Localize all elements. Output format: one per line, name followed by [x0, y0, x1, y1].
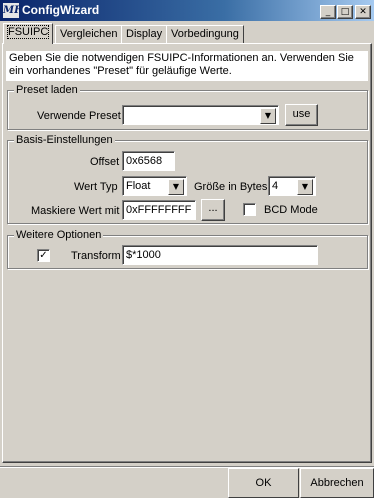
wert-typ-label: Wert Typ — [74, 181, 118, 193]
offset-label: Offset — [90, 156, 120, 168]
tab-vergleichen[interactable]: Vergleichen — [55, 25, 123, 43]
preset-select[interactable]: ▼ — [122, 105, 279, 125]
app-icon: MF — [3, 3, 22, 18]
bcd-mode-label: BCD Mode — [264, 204, 318, 216]
maximize-button[interactable]: □ — [337, 5, 353, 19]
preset-group-title: Preset laden — [14, 84, 80, 96]
minimize-icon: _ — [325, 7, 331, 17]
info-text: Geben Sie die notwendigen FSUIPC-Informa… — [6, 51, 368, 81]
mask-label: Maskiere Wert mit — [31, 205, 120, 217]
title-bar[interactable]: MF ConfigWizard _ □ ✕ — [0, 0, 374, 21]
basis-group-title: Basis-Einstellungen — [14, 134, 115, 146]
use-preset-button[interactable]: use — [285, 104, 318, 126]
transform-checkbox[interactable]: ✓ — [37, 249, 50, 262]
wert-typ-value: Float — [126, 180, 151, 192]
preset-label: Verwende Preset — [37, 110, 121, 122]
close-icon: ✕ — [359, 7, 367, 17]
groesse-value: 4 — [272, 180, 279, 192]
groesse-select[interactable]: 4 ▼ — [268, 176, 316, 196]
chevron-down-icon[interactable]: ▼ — [260, 108, 276, 124]
tab-label: Vergleichen — [60, 28, 118, 40]
tab-display[interactable]: Display — [121, 25, 168, 43]
tab-vorbedingung[interactable]: Vorbedingung — [166, 25, 244, 43]
maximize-icon: □ — [340, 7, 350, 17]
chevron-down-icon[interactable]: ▼ — [297, 179, 313, 195]
wert-typ-select[interactable]: Float ▼ — [122, 176, 187, 196]
groesse-label: Größe in Bytes — [194, 181, 268, 193]
tab-label: Vorbedingung — [171, 28, 239, 40]
tab-fsuipc[interactable]: FSUIPC — [3, 23, 54, 44]
cancel-button[interactable]: Abbrechen — [300, 468, 374, 498]
checkmark-icon: ✓ — [39, 250, 48, 261]
chevron-down-icon[interactable]: ▼ — [168, 179, 184, 195]
window-title: ConfigWizard — [22, 3, 100, 17]
tab-label: FSUIPC — [6, 25, 50, 39]
transform-label: Transform — [71, 250, 121, 262]
mask-browse-button[interactable]: ... — [201, 199, 225, 221]
tab-label: Display — [126, 28, 163, 40]
weitere-group-title: Weitere Optionen — [14, 229, 104, 241]
minimize-button[interactable]: _ — [320, 5, 336, 19]
ok-button[interactable]: OK — [228, 468, 299, 498]
offset-input[interactable]: 0x6568 — [122, 151, 175, 171]
bcd-mode-checkbox[interactable] — [243, 203, 256, 216]
mask-input[interactable]: 0xFFFFFFFF — [122, 200, 196, 220]
close-button[interactable]: ✕ — [355, 5, 371, 19]
transform-input[interactable]: $*1000 — [122, 245, 318, 265]
